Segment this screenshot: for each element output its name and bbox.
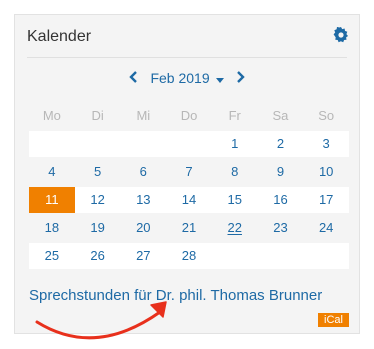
- weekday-label: Do: [180, 108, 198, 123]
- day-cell[interactable]: 6: [120, 159, 166, 185]
- weekday-label: Di: [91, 108, 104, 123]
- day-cell[interactable]: 23: [258, 215, 304, 241]
- day-cell[interactable]: 13: [120, 187, 166, 213]
- day-cell: [303, 243, 349, 269]
- weekday-label: Sa: [272, 108, 289, 123]
- day-cell-today[interactable]: 11: [29, 187, 75, 213]
- weekday-label: Mo: [42, 108, 61, 123]
- day-cell[interactable]: 28: [166, 243, 212, 269]
- month-selector[interactable]: Feb 2019: [150, 69, 224, 87]
- day-cell[interactable]: 8: [212, 159, 258, 185]
- chevron-left-icon[interactable]: [128, 70, 139, 86]
- day-cell: [212, 243, 258, 269]
- day-cell: [75, 131, 121, 157]
- week-row: 4 5 6 7 8 9 10: [29, 159, 349, 185]
- day-cell[interactable]: 19: [75, 215, 121, 241]
- week-row: 1 2 3: [29, 131, 349, 157]
- day-cell: [166, 131, 212, 157]
- week-row: 18 19 20 21 22 23 24: [29, 215, 349, 241]
- office-hours-link[interactable]: Sprechstunden für Dr. phil. Thomas Brunn…: [29, 287, 322, 304]
- day-cell: [120, 131, 166, 157]
- day-cell[interactable]: 18: [29, 215, 75, 241]
- day-cell[interactable]: 10: [303, 159, 349, 185]
- day-cell[interactable]: 25: [29, 243, 75, 269]
- day-cell[interactable]: 24: [303, 215, 349, 241]
- weekday-label: So: [318, 108, 335, 123]
- day-cell[interactable]: 1: [212, 131, 258, 157]
- caret-down-icon: [215, 71, 224, 87]
- day-cell[interactable]: 20: [120, 215, 166, 241]
- week-row: 11 12 13 14 15 16 17: [29, 187, 349, 213]
- day-cell[interactable]: 17: [303, 187, 349, 213]
- day-cell[interactable]: 12: [75, 187, 121, 213]
- gear-icon[interactable]: [333, 27, 349, 43]
- calendar-grid: 1 2 3 4 5 6 7 8 9 10 11 12 13 14 15 16 1…: [29, 131, 349, 271]
- chevron-right-icon[interactable]: [235, 70, 246, 86]
- day-cell[interactable]: 26: [75, 243, 121, 269]
- month-label: Feb 2019: [150, 69, 210, 86]
- day-cell[interactable]: 27: [120, 243, 166, 269]
- week-row: 25 26 27 28: [29, 243, 349, 269]
- calendar-widget: Kalender Feb 2019 Mo Di Mi Do Fr Sa So 1…: [14, 14, 360, 334]
- day-cell[interactable]: 3: [303, 131, 349, 157]
- day-cell[interactable]: 5: [75, 159, 121, 185]
- day-cell[interactable]: 16: [258, 187, 304, 213]
- day-cell-label: 22: [227, 220, 242, 235]
- day-cell: [258, 243, 304, 269]
- day-cell[interactable]: 14: [166, 187, 212, 213]
- month-navigation: Feb 2019: [15, 69, 359, 89]
- day-cell-event[interactable]: 22: [212, 215, 258, 241]
- widget-title: Kalender: [27, 28, 92, 45]
- weekday-header: Mo Di Mi Do Fr Sa So: [29, 103, 349, 129]
- day-cell[interactable]: 21: [166, 215, 212, 241]
- day-cell[interactable]: 9: [258, 159, 304, 185]
- ical-button[interactable]: iCal: [318, 313, 349, 327]
- day-cell[interactable]: 4: [29, 159, 75, 185]
- widget-header: Kalender: [15, 15, 359, 57]
- header-divider: [27, 57, 347, 58]
- day-cell[interactable]: 7: [166, 159, 212, 185]
- day-cell: [29, 131, 75, 157]
- day-cell[interactable]: 15: [212, 187, 258, 213]
- weekday-label: Fr: [228, 108, 241, 123]
- day-cell[interactable]: 2: [258, 131, 304, 157]
- weekday-label: Mi: [136, 108, 151, 123]
